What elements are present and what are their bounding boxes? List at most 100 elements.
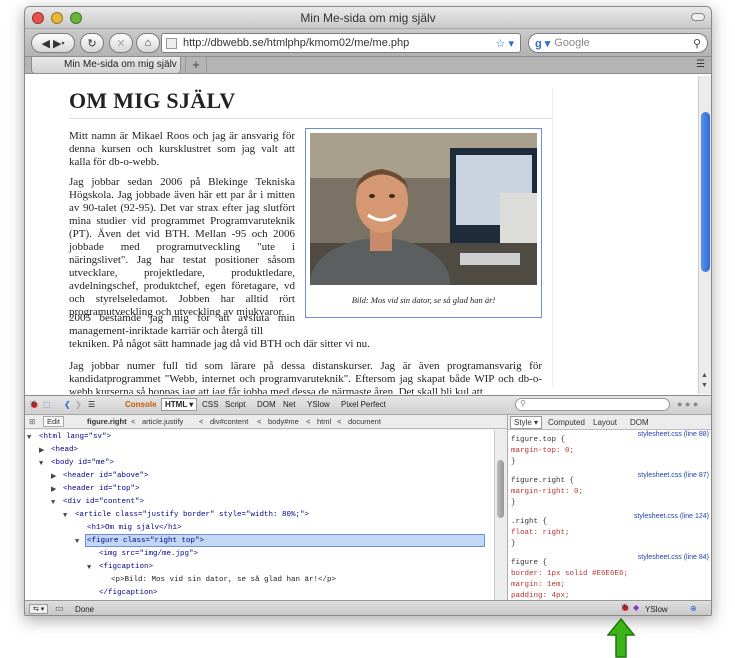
new-tab-button[interactable]: + (185, 57, 207, 74)
scroll-down-icon[interactable]: ▼ (701, 382, 708, 389)
stylesheet-link[interactable]: stylesheet.css (line 84) (638, 554, 709, 561)
html-tree[interactable]: ▼ <html lang="sv"> ▶ <head> ▼ <body id="me"> ▶… (25, 430, 494, 600)
twisty-icon[interactable]: ▼ (51, 497, 55, 510)
back-forward-buttons[interactable]: ◀ ▶ ▾ (31, 33, 75, 53)
toolbar-toggle-button[interactable] (691, 13, 705, 21)
reload-button[interactable]: ↻ (80, 33, 104, 53)
firebug-status-icon[interactable]: 🐞 (620, 603, 630, 612)
page-scroll-thumb[interactable] (701, 112, 710, 272)
html-node-line[interactable]: <header id="above"> (63, 470, 149, 483)
css-rule-line: figure.top { (511, 436, 566, 444)
back-arrow-icon[interactable]: ◀ (41, 37, 49, 50)
tab-net[interactable]: Net (283, 400, 295, 409)
console-icon[interactable]: ▭ (55, 603, 64, 614)
firebug-toggle-button[interactable]: ⇆ ▾ (29, 604, 49, 614)
tab-title[interactable]: Min Me-sida om mig själv (64, 59, 177, 70)
back-nav-icon[interactable]: ❮ (64, 400, 71, 409)
html-node-line[interactable]: <header id="top"> (63, 483, 140, 496)
twisty-icon[interactable]: ▼ (27, 432, 31, 445)
stop-button[interactable]: ✕ (109, 33, 133, 53)
crumb-article[interactable]: article.justify (142, 417, 183, 426)
side-tab-computed[interactable]: Computed (548, 418, 585, 427)
twisty-icon[interactable]: ▶ (51, 484, 56, 497)
firebug-search-input[interactable]: ⚲ (515, 398, 670, 411)
crumb-div[interactable]: div#content (210, 417, 248, 426)
tab-list-icon[interactable]: ☰ (696, 59, 705, 70)
stylesheet-link[interactable]: stylesheet.css (line 87) (638, 472, 709, 479)
twisty-icon[interactable]: ▶ (51, 471, 56, 484)
html-node-line[interactable]: <figure class="right top"> (87, 535, 204, 548)
status-text: Done (75, 605, 95, 614)
css-rule-line[interactable]: float: right; (511, 528, 570, 539)
home-button[interactable]: ⌂ (136, 33, 160, 53)
html-node-line[interactable]: </figcaption> (99, 587, 158, 600)
bookmark-star-icon[interactable]: ☆ ▾ (496, 37, 514, 50)
forward-arrow-icon[interactable]: ▶ (53, 37, 61, 50)
html-node-line[interactable]: <article class="justify border" style="w… (75, 509, 309, 522)
html-tree-scroll-thumb[interactable] (497, 460, 504, 518)
css-rule-line[interactable]: } (511, 498, 516, 509)
search-icon[interactable]: ⚲ (693, 37, 701, 50)
twisty-icon[interactable]: ▼ (75, 536, 79, 549)
window-controls-icon[interactable]: ● ● ● (677, 399, 698, 409)
inspect-icon[interactable]: ⬚ (43, 400, 51, 409)
yslow-icon[interactable]: ◆ (633, 603, 639, 612)
side-tab-style[interactable]: Style ▾ (510, 416, 543, 429)
css-rule-line[interactable]: margin: 1em; (511, 580, 565, 591)
css-rule-line[interactable]: padding: 4px; (511, 591, 570, 600)
html-tree-scrollbar[interactable] (494, 430, 506, 600)
html-node-line[interactable]: <figcaption> (99, 561, 153, 574)
firebug-menu-icon[interactable]: ☰ (88, 400, 95, 409)
layout-icon[interactable]: ⊞ (29, 417, 35, 426)
html-node-line[interactable]: <html lang="sv"> (39, 431, 111, 444)
search-input[interactable]: Google (554, 37, 693, 49)
stylesheet-link[interactable]: stylesheet.css (line 88) (638, 431, 709, 438)
scroll-up-icon[interactable]: ▲ (701, 372, 708, 379)
side-tab-layout[interactable]: Layout (593, 418, 617, 427)
page-scrollbar[interactable]: ▲ ▼ (698, 76, 711, 394)
html-node-line[interactable]: <div id="content"> (63, 496, 144, 509)
css-rule-line[interactable]: } (511, 539, 516, 550)
tab-active[interactable]: Min Me-sida om mig själv (31, 57, 181, 74)
resize-icon[interactable]: ⊕ (690, 604, 697, 613)
css-rule-line[interactable]: margin-top: 0; (511, 446, 574, 457)
side-tab-dom[interactable]: DOM (630, 418, 649, 427)
crumb-document[interactable]: document (348, 417, 381, 426)
reload-icon: ↻ (87, 37, 97, 50)
css-rule-line[interactable]: margin-right: 0; (511, 487, 583, 498)
figure-box: Bild: Mos vid sin dator, se så glad han … (305, 128, 542, 318)
css-rule-line[interactable]: border: 1px solid #E6E6E6; (511, 569, 628, 580)
forward-nav-icon[interactable]: ❯ (75, 400, 82, 409)
firebug-icon[interactable]: 🐞 (29, 400, 39, 409)
crumb-html[interactable]: html (317, 417, 331, 426)
tab-console[interactable]: Console (125, 400, 157, 409)
html-node-line[interactable]: <p>Bild: Mos vid sin dator, se så glad h… (111, 574, 336, 587)
twisty-icon[interactable]: ▼ (63, 510, 67, 523)
tab-dom[interactable]: DOM (257, 400, 276, 409)
twisty-icon[interactable]: ▼ (39, 458, 43, 471)
page-content: OM MIG SJÄLV Mitt namn är Mikael Roos oc… (25, 76, 698, 394)
crumb-sep: < (337, 417, 342, 426)
html-node-line[interactable]: <body id="me"> (51, 457, 114, 470)
html-node-line[interactable]: <img src="img/me.jpg"> (99, 548, 198, 561)
css-rule-line[interactable]: } (511, 457, 516, 468)
css-rule-line: figure { (511, 559, 548, 567)
tab-css[interactable]: CSS (202, 400, 218, 409)
html-node-line[interactable]: <head> (51, 444, 78, 457)
google-icon[interactable]: g ▾ (535, 37, 550, 50)
edit-button[interactable]: Edit (43, 416, 64, 427)
stylesheet-link[interactable]: stylesheet.css (line 124) (634, 513, 709, 520)
crumb-figure[interactable]: figure.right (87, 417, 127, 426)
yslow-label[interactable]: YSlow (645, 605, 668, 614)
address-bar[interactable]: http://dbwebb.se/htmlphp/kmom02/me/me.ph… (161, 33, 521, 53)
tab-html[interactable]: HTML ▾ (161, 398, 198, 411)
url-text[interactable]: http://dbwebb.se/htmlphp/kmom02/me/me.ph… (183, 37, 496, 49)
tab-pixel-perfect[interactable]: Pixel Perfect (341, 400, 386, 409)
tab-yslow[interactable]: YSlow (307, 400, 330, 409)
stop-icon: ✕ (116, 37, 126, 50)
twisty-icon[interactable]: ▶ (39, 445, 44, 458)
tab-script[interactable]: Script (225, 400, 245, 409)
search-box[interactable]: g ▾ Google ⚲ (528, 33, 708, 53)
crumb-body[interactable]: body#me (268, 417, 299, 426)
twisty-icon[interactable]: ▼ (87, 562, 91, 575)
